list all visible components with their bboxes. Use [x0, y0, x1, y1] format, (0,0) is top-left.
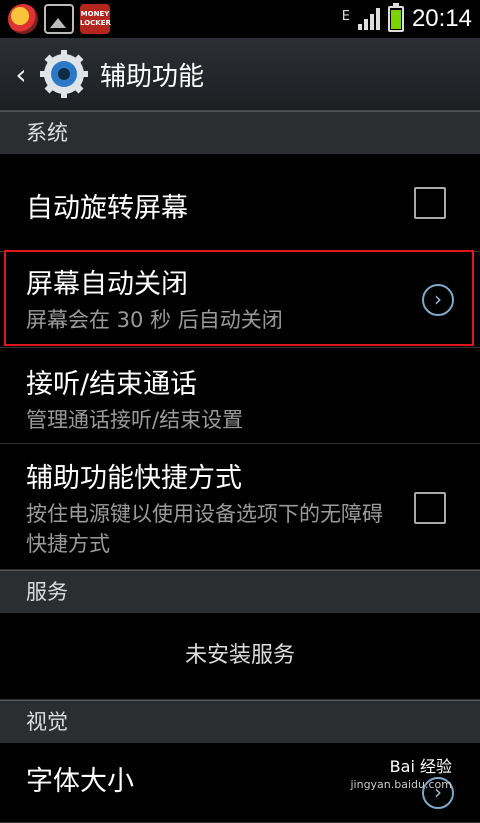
clock: 20:14	[411, 5, 472, 32]
gallery-icon	[44, 4, 74, 34]
setting-label: 接听/结束通话	[26, 369, 198, 400]
status-bar: MONEY LOCKER E 20:14	[0, 0, 480, 38]
setting-label: 自动旋转屏幕	[26, 193, 188, 224]
section-header-vision: 视觉	[0, 700, 480, 743]
page-title: 辅助功能	[100, 61, 205, 92]
notification-app-icon	[8, 4, 38, 34]
money-locker-icon: MONEY LOCKER	[80, 4, 111, 34]
highlight-box	[4, 250, 474, 346]
gear-icon	[40, 50, 88, 98]
setting-description: 管理通话接听/结束设置	[26, 408, 244, 432]
setting-label: 辅助功能快捷方式	[26, 463, 242, 494]
back-chevron-icon[interactable]: ‹	[4, 58, 38, 91]
signal-icon	[356, 8, 380, 30]
setting-answer-end-call[interactable]: 接听/结束通话 管理通话接听/结束设置	[0, 348, 480, 444]
battery-icon	[387, 3, 404, 32]
setting-description: 按住电源键以使用设备选项下的无障碍快捷方式	[26, 502, 383, 556]
baidu-watermark: Bai 经验 jingyan.baidu.com	[350, 758, 452, 794]
accessibility-shortcut-checkbox[interactable]	[414, 492, 446, 524]
setting-accessibility-shortcut[interactable]: 辅助功能快捷方式 按住电源键以使用设备选项下的无障碍快捷方式	[0, 444, 480, 570]
no-services-text: 未安装服务	[0, 613, 480, 700]
network-type: E	[341, 9, 350, 24]
watermark-text: Bai 经验	[389, 757, 452, 776]
title-bar: ‹ 辅助功能	[0, 38, 480, 111]
auto-rotate-checkbox[interactable]	[414, 187, 446, 219]
watermark-sub: jingyan.baidu.com	[350, 778, 452, 791]
section-header-system: 系统	[0, 111, 480, 154]
section-header-services: 服务	[0, 570, 480, 613]
setting-auto-rotate[interactable]: 自动旋转屏幕	[0, 154, 480, 252]
